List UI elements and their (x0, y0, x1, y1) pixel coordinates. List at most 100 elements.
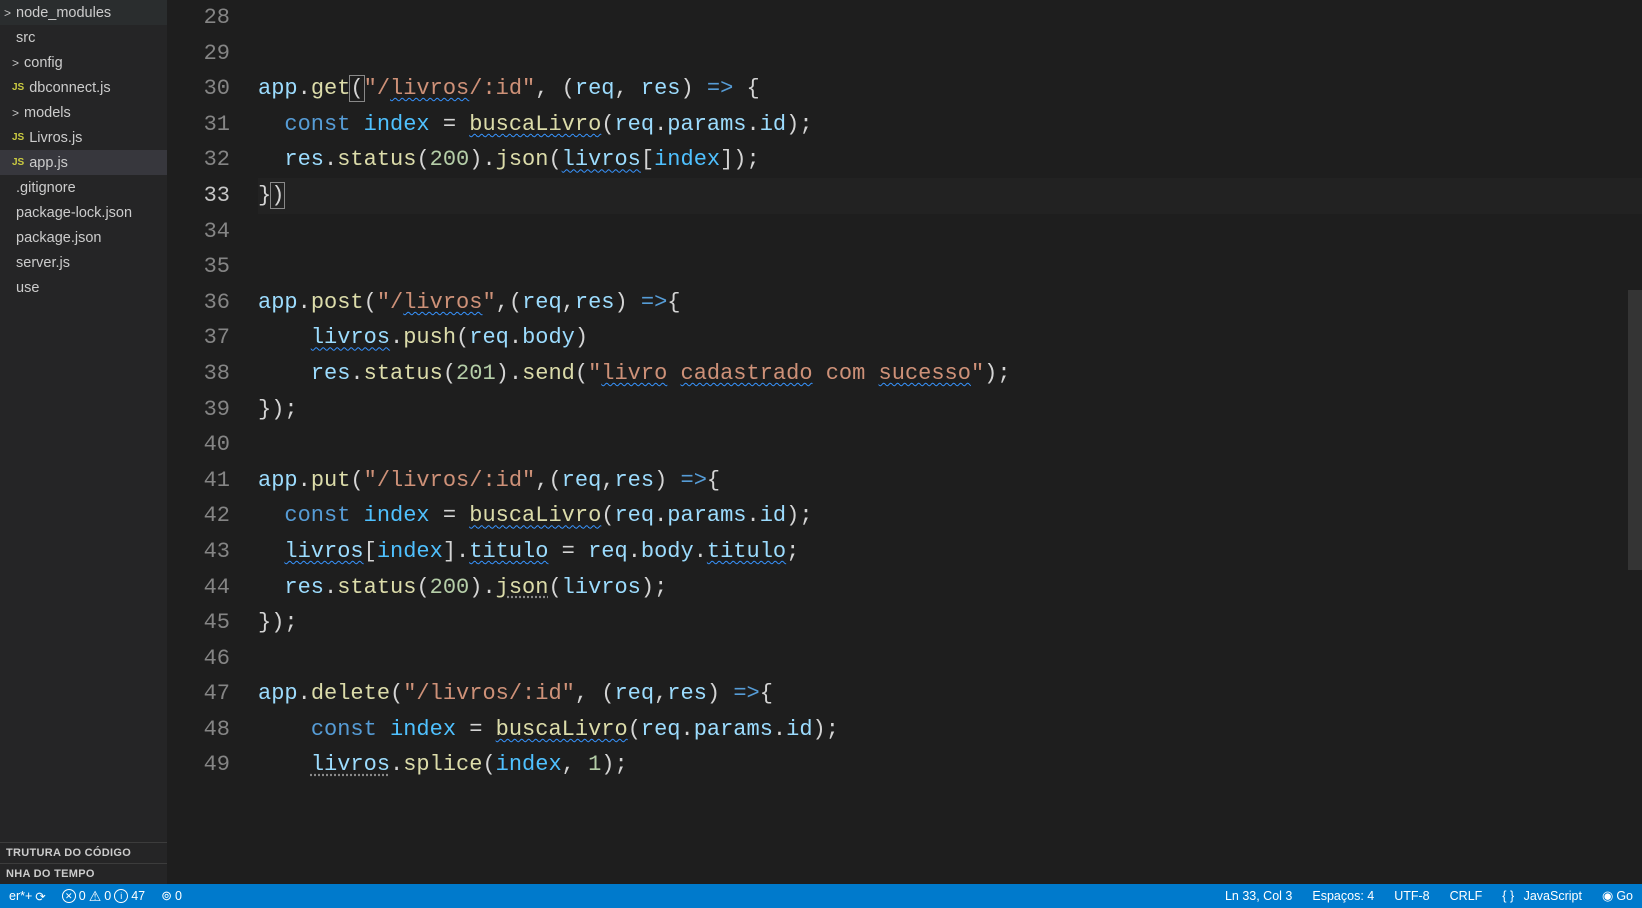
js-file-icon: JS (12, 132, 24, 143)
timeline-header[interactable]: NHA DO TEMPO (0, 863, 167, 884)
chevron-icon: > (12, 106, 22, 120)
vertical-scrollbar[interactable] (1628, 0, 1642, 884)
code-line[interactable] (258, 641, 1642, 677)
sidebar-bottom-sections: TRUTURA DO CÓDIGO NHA DO TEMPO (0, 842, 167, 884)
code-line[interactable]: livros.splice(index, 1); (258, 747, 1642, 783)
code-line[interactable]: const index = buscaLivro(req.params.id); (258, 107, 1642, 143)
line-number: 31 (168, 107, 230, 143)
line-number: 37 (168, 320, 230, 356)
tree-item-label: .gitignore (16, 180, 76, 196)
file-tree[interactable]: >node_modulessrc>configJSdbconnect.js>mo… (0, 0, 167, 842)
remote-indicator[interactable]: er*+ ⟳ (6, 889, 49, 904)
line-number: 47 (168, 676, 230, 712)
antenna-icon: ⊚ (161, 888, 172, 904)
line-number: 35 (168, 249, 230, 285)
tree-item-package-json[interactable]: package.json (0, 225, 167, 250)
outline-header[interactable]: TRUTURA DO CÓDIGO (0, 842, 167, 863)
line-number: 48 (168, 712, 230, 748)
tree-item-models[interactable]: >models (0, 100, 167, 125)
chevron-icon: > (12, 56, 22, 70)
port-indicator[interactable]: ⊚ 0 (158, 888, 185, 904)
tree-item-livros-js[interactable]: JSLivros.js (0, 125, 167, 150)
tree-item-label: dbconnect.js (29, 80, 110, 96)
line-number: 36 (168, 285, 230, 321)
error-icon: ✕ (62, 889, 76, 903)
tree-item-dbconnect-js[interactable]: JS dbconnect.js (0, 75, 167, 100)
error-count: 0 (79, 889, 86, 903)
status-bar: er*+ ⟳ ✕0 ⚠0 i47 ⊚ 0 Ln 33, Col 3 Espaço… (0, 884, 1642, 908)
line-number: 49 (168, 747, 230, 783)
warning-count: 0 (104, 889, 111, 903)
line-number: 44 (168, 570, 230, 606)
tree-item-label: use (16, 280, 39, 296)
code-line[interactable]: app.put("/livros/:id",(req,res) =>{ (258, 463, 1642, 499)
language-mode[interactable]: { } JavaScript (1499, 889, 1585, 903)
line-number: 28 (168, 0, 230, 36)
go-live[interactable]: ◉ Go (1599, 888, 1636, 904)
cursor-position[interactable]: Ln 33, Col 3 (1222, 889, 1295, 903)
tree-item-label: package-lock.json (16, 205, 132, 221)
code-line[interactable] (258, 249, 1642, 285)
code-line[interactable] (258, 427, 1642, 463)
code-line[interactable] (258, 214, 1642, 250)
line-number: 29 (168, 36, 230, 72)
tree-item--gitignore[interactable]: .gitignore (0, 175, 167, 200)
code-line[interactable]: livros[index].titulo = req.body.titulo; (258, 534, 1642, 570)
line-number: 32 (168, 142, 230, 178)
warning-icon: ⚠ (89, 888, 102, 905)
code-line[interactable]: res.status(200).json(livros[index]); (258, 142, 1642, 178)
tree-item-label: config (24, 55, 63, 71)
indentation[interactable]: Espaços: 4 (1309, 889, 1377, 903)
info-icon: i (114, 889, 128, 903)
eol[interactable]: CRLF (1447, 889, 1486, 903)
tree-item-label: server.js (16, 255, 70, 271)
code-line[interactable]: const index = buscaLivro(req.params.id); (258, 712, 1642, 748)
problems-indicator[interactable]: ✕0 ⚠0 i47 (59, 888, 148, 905)
line-number: 38 (168, 356, 230, 392)
tree-item-node-modules[interactable]: >node_modules (0, 0, 167, 25)
tree-item-label: node_modules (16, 5, 111, 21)
info-count: 47 (131, 889, 145, 903)
code-content[interactable]: app.get("/livros/:id", (req, res) => { c… (258, 0, 1642, 884)
code-line[interactable]: app.delete("/livros/:id", (req,res) =>{ (258, 676, 1642, 712)
code-line[interactable]: livros.push(req.body) (258, 320, 1642, 356)
code-line[interactable]: }) (258, 178, 1642, 214)
main-area: >node_modulessrc>configJSdbconnect.js>mo… (0, 0, 1642, 884)
code-line[interactable]: }); (258, 392, 1642, 428)
go-live-label: Go (1616, 889, 1633, 903)
line-number: 30 (168, 71, 230, 107)
code-line[interactable]: res.status(201).send("livro cadastrado c… (258, 356, 1642, 392)
broadcast-icon: ◉ (1602, 888, 1613, 904)
line-number: 41 (168, 463, 230, 499)
code-line[interactable]: app.post("/livros",(req,res) =>{ (258, 285, 1642, 321)
line-number: 45 (168, 605, 230, 641)
editor[interactable]: 2829303132333435363738394041424344454647… (168, 0, 1642, 884)
line-number: 40 (168, 427, 230, 463)
tree-item-config[interactable]: >config (0, 50, 167, 75)
code-line[interactable] (258, 0, 1642, 36)
code-line[interactable]: app.get("/livros/:id", (req, res) => { (258, 71, 1642, 107)
tree-item-src[interactable]: src (0, 25, 167, 50)
tree-item-label: package.json (16, 230, 101, 246)
tree-item-app-js[interactable]: JSapp.js (0, 150, 167, 175)
tree-item-package-lock-json[interactable]: package-lock.json (0, 200, 167, 225)
js-file-icon: JS (12, 82, 24, 93)
port-count: 0 (175, 889, 182, 903)
explorer-sidebar: >node_modulessrc>configJSdbconnect.js>mo… (0, 0, 168, 884)
tree-item-label: app.js (29, 155, 68, 171)
tree-item-use[interactable]: use (0, 275, 167, 300)
code-line[interactable]: const index = buscaLivro(req.params.id); (258, 498, 1642, 534)
code-line[interactable]: res.status(200).json(livros); (258, 570, 1642, 606)
scrollbar-thumb[interactable] (1628, 290, 1642, 570)
tree-item-label: src (16, 30, 35, 46)
line-number: 42 (168, 498, 230, 534)
line-number-gutter: 2829303132333435363738394041424344454647… (168, 0, 258, 884)
tree-item-server-js[interactable]: server.js (0, 250, 167, 275)
encoding[interactable]: UTF-8 (1391, 889, 1432, 903)
line-number: 46 (168, 641, 230, 677)
code-line[interactable] (258, 36, 1642, 72)
remote-label: er*+ (9, 889, 32, 903)
line-number: 34 (168, 214, 230, 250)
code-line[interactable]: }); (258, 605, 1642, 641)
language-label: JavaScript (1524, 889, 1582, 903)
